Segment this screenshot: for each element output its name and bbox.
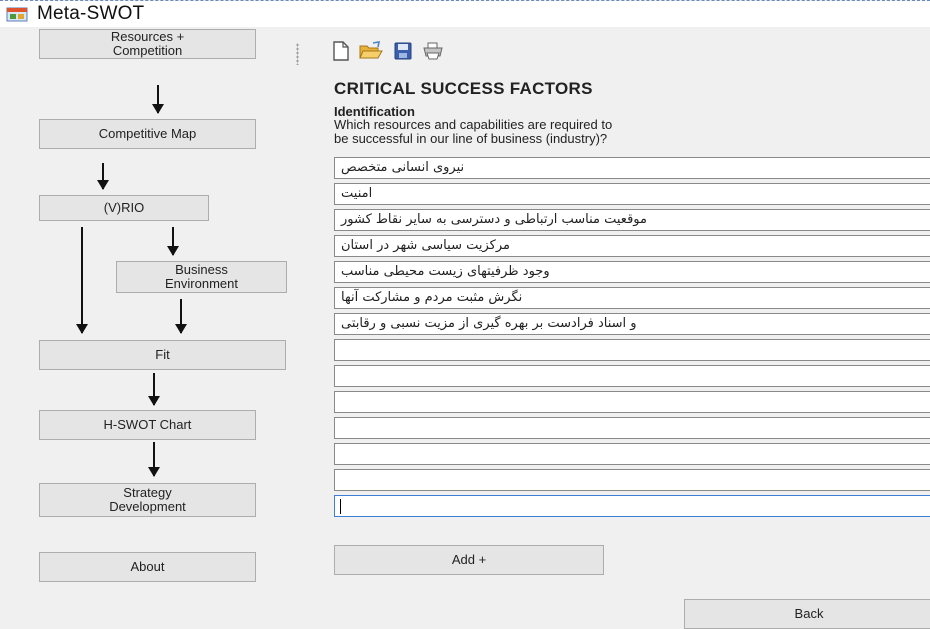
toolbar-grip[interactable] (296, 43, 299, 65)
arrow-map-to-vrio (97, 163, 109, 190)
fit-label: Fit (155, 347, 170, 362)
open-folder-button[interactable] (358, 39, 384, 63)
factor-value-7: و اسناد فرادست بر بهره گیری از مزیت نسبی… (341, 316, 637, 331)
arrow-vrio-to-environment (167, 227, 179, 256)
factor-value-3: موقعیت مناسب ارتباطی و دسترسی به سایر نق… (341, 212, 647, 227)
factor-input-13[interactable] (334, 469, 930, 491)
factor-input-1[interactable]: نیروی انسانی متخصص (334, 157, 930, 179)
factor-input-3[interactable]: موقعیت مناسب ارتباطی و دسترسی به سایر نق… (334, 209, 930, 231)
strategy-development-label-line2: Development (109, 499, 186, 514)
new-document-icon (333, 41, 349, 61)
back-button[interactable]: Back (684, 599, 930, 629)
hswot-chart-button[interactable]: H-SWOT Chart (39, 410, 256, 440)
add-factor-label: Add + (451, 552, 487, 567)
competitive-map-label: Competitive Map (98, 126, 197, 141)
save-disk-icon (394, 42, 412, 60)
factor-input-4[interactable]: مرکزیت سیاسی شهر در استان (334, 235, 930, 257)
app-window-icon (6, 7, 28, 22)
print-button[interactable] (420, 39, 446, 63)
save-button[interactable] (390, 39, 416, 63)
factor-value-1: نیروی انسانی متخصص (341, 160, 465, 175)
description-line-1: Which resources and capabilities are req… (334, 117, 613, 132)
factor-value-6: نگرش مثبت مردم و مشارکت آنها (341, 290, 523, 305)
client-area: Resources + Competition Competitive Map … (0, 27, 930, 629)
factor-value-4: مرکزیت سیاسی شهر در استان (341, 238, 510, 253)
title-bar: Meta-SWOT (0, 1, 930, 27)
factor-input-9[interactable] (334, 365, 930, 387)
factor-input-14[interactable] (334, 495, 930, 517)
factor-input-2[interactable]: امنیت (334, 183, 930, 205)
factor-input-12[interactable] (334, 443, 930, 465)
fit-button[interactable]: Fit (39, 340, 286, 370)
window-title: Meta-SWOT (37, 3, 145, 24)
factor-value-2: امنیت (341, 186, 373, 201)
about-button[interactable]: About (39, 552, 256, 582)
arrow-resources-to-map (152, 85, 164, 114)
strategy-development-button[interactable]: Strategy Development (39, 483, 256, 517)
factor-input-10[interactable] (334, 391, 930, 413)
about-label: About (130, 559, 165, 574)
vrio-button[interactable]: (V)RIO (39, 195, 209, 221)
new-document-button[interactable] (328, 39, 354, 63)
add-factor-button[interactable]: Add + (334, 545, 604, 575)
print-icon (423, 42, 443, 60)
section-description: Which resources and capabilities are req… (334, 118, 894, 146)
resources-competition-label-line1: Resources + (110, 29, 185, 44)
vrio-label: (V)RIO (103, 200, 145, 215)
description-line-2: be successful in our line of business (i… (334, 131, 608, 146)
factor-input-5[interactable]: وجود ظرفیتهای زیست محیطی مناسب (334, 261, 930, 283)
resources-competition-label-line2: Competition (112, 43, 183, 58)
open-folder-icon (359, 41, 383, 59)
hswot-chart-label: H-SWOT Chart (103, 417, 192, 432)
competitive-map-button[interactable]: Competitive Map (39, 119, 256, 149)
factor-input-6[interactable]: نگرش مثبت مردم و مشارکت آنها (334, 287, 930, 309)
factor-value-5: وجود ظرفیتهای زیست محیطی مناسب (341, 264, 550, 279)
arrow-environment-to-fit (175, 299, 187, 334)
factor-input-7[interactable]: و اسناد فرادست بر بهره گیری از مزیت نسبی… (334, 313, 930, 335)
text-caret (340, 499, 341, 514)
arrow-fit-to-hswot (148, 373, 160, 406)
business-environment-label-line1: Business (175, 262, 228, 277)
business-environment-label-line2: Environment (165, 276, 238, 291)
app-window: Meta-SWOT Resources + Competition Compet… (0, 0, 930, 629)
resources-competition-button[interactable]: Resources + Competition (39, 29, 256, 59)
back-label: Back (794, 606, 824, 621)
factor-input-8[interactable] (334, 339, 930, 361)
business-environment-button[interactable]: Business Environment (116, 261, 287, 293)
page-title: CRITICAL SUCCESS FACTORS (334, 79, 593, 98)
factor-input-11[interactable] (334, 417, 930, 439)
arrow-vrio-to-fit (76, 227, 88, 334)
arrow-hswot-to-strategy (148, 442, 160, 477)
strategy-development-label-line1: Strategy (123, 485, 172, 500)
